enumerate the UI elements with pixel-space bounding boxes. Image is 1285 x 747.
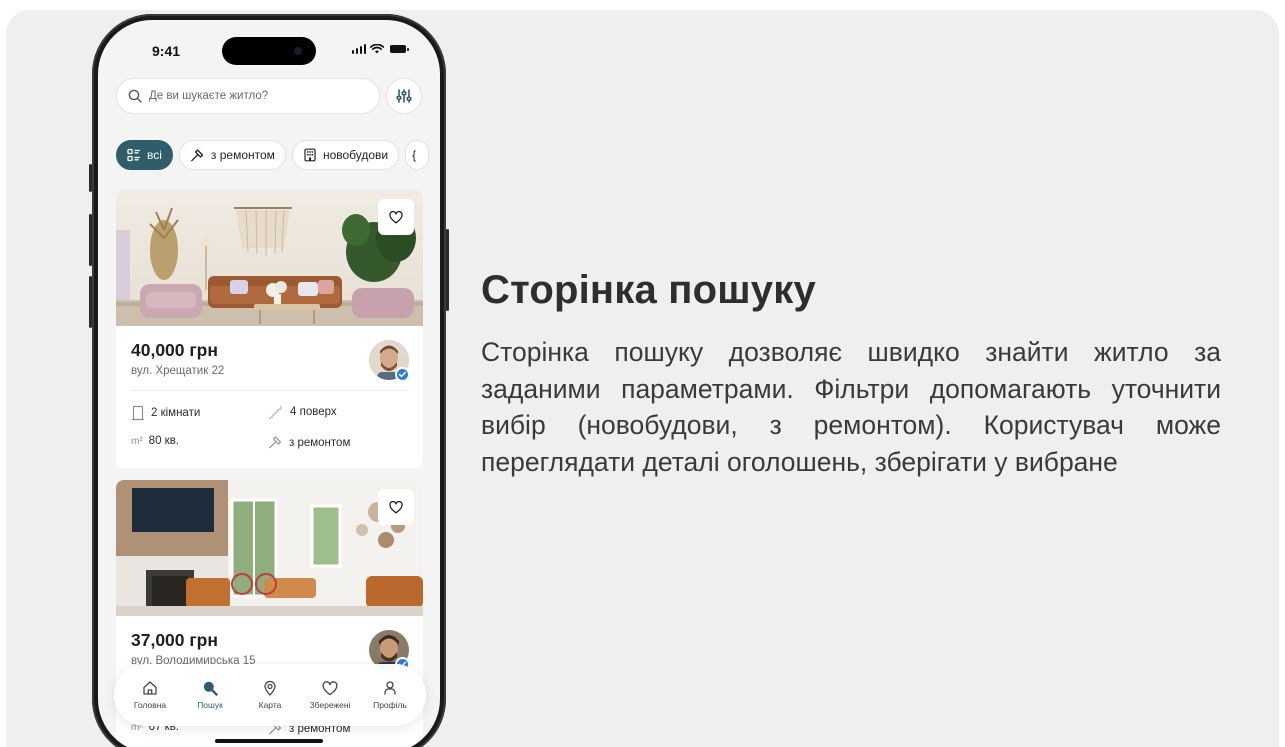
tab-search[interactable]: Пошук xyxy=(181,680,239,710)
phone-side-button xyxy=(89,164,92,192)
signal-icon xyxy=(351,44,366,54)
filter-button[interactable] xyxy=(386,78,422,114)
chip-more-icon: { xyxy=(412,148,417,162)
chip-renovated[interactable]: з ремонтом xyxy=(178,140,286,170)
status-time: 9:41 xyxy=(152,43,181,59)
feature-label: з ремонтом xyxy=(289,436,351,449)
verified-badge xyxy=(395,367,410,382)
section-description: Сторінка пошуку дозволяє швидко знайти ж… xyxy=(481,337,1221,477)
phone-side-button xyxy=(446,229,449,311)
listing-price: 37,000 грн xyxy=(131,630,218,650)
search-box[interactable] xyxy=(116,78,380,114)
status-bar: 9:41 xyxy=(98,20,440,68)
sliders-icon xyxy=(396,89,412,103)
profile-icon xyxy=(384,681,396,695)
bottom-tab-bar: Головна Пошук Карта Збережені Профіль xyxy=(114,664,426,726)
phone-side-button xyxy=(89,214,92,266)
favorite-button[interactable] xyxy=(378,489,414,525)
listing-photo xyxy=(116,480,423,616)
tab-label: Головна xyxy=(133,700,167,710)
heart-icon xyxy=(389,500,403,513)
chip-more[interactable]: { xyxy=(405,140,430,170)
presentation-panel: 9:41 Де ви шукаєте житло? всі з ремонтом… xyxy=(6,10,1279,747)
tab-label: Профіль xyxy=(373,700,407,710)
status-icons xyxy=(351,44,409,54)
feature-label: 2 кімнати xyxy=(151,407,201,419)
phone-mockup: 9:41 Де ви шукаєте житло? всі з ремонтом… xyxy=(89,14,449,747)
home-indicator xyxy=(215,739,323,743)
battery-icon xyxy=(390,45,409,53)
chip-new-buildings[interactable]: новобудови xyxy=(291,140,400,170)
filter-chips: всі з ремонтом новобудови { xyxy=(116,140,436,170)
hammer-icon xyxy=(269,436,282,449)
phone-side-button xyxy=(89,276,92,328)
listing-card[interactable]: 40,000 грн вул. Хрещатик 22 2 кімнати 4 … xyxy=(116,190,423,468)
heart-icon xyxy=(389,210,403,223)
tab-label: Пошук xyxy=(197,700,223,710)
area-icon: m² xyxy=(131,435,143,447)
tab-home[interactable]: Головна xyxy=(121,680,179,710)
chip-label: з ремонтом xyxy=(210,148,275,162)
app-screen: 9:41 Де ви шукаєте житло? всі з ремонтом… xyxy=(98,20,440,747)
list-icon xyxy=(127,148,140,162)
wifi-icon xyxy=(370,44,384,54)
search-row xyxy=(116,78,424,114)
chip-label: всі xyxy=(147,148,162,162)
feature-label: 4 поверх xyxy=(290,406,337,418)
tab-profile[interactable]: Профіль xyxy=(361,680,419,710)
building-icon xyxy=(304,148,316,162)
section-heading: Сторінка пошуку xyxy=(481,268,816,312)
stairs-icon xyxy=(269,406,282,419)
feature-floor: 4 поверх xyxy=(268,405,337,419)
search-input[interactable] xyxy=(149,90,349,102)
feature-renovation: з ремонтом xyxy=(268,435,350,450)
hammer-icon xyxy=(191,148,204,161)
search-icon xyxy=(203,681,218,696)
feature-rooms: 2 кімнати xyxy=(131,405,200,421)
listing-photo xyxy=(116,190,423,326)
feature-area: m² 80 кв. xyxy=(131,435,179,447)
tab-saved[interactable]: Збережені xyxy=(301,680,359,710)
chip-all[interactable]: всі xyxy=(116,140,173,170)
listing-price: 40,000 грн xyxy=(131,340,218,360)
map-pin-icon xyxy=(264,680,276,696)
dynamic-island xyxy=(222,37,316,65)
tab-map[interactable]: Карта xyxy=(241,680,299,710)
tab-label: Збережені xyxy=(309,699,351,710)
door-icon xyxy=(132,405,144,421)
favorite-button[interactable] xyxy=(378,199,414,235)
feature-label: 80 кв. xyxy=(148,435,179,447)
living-room-photo xyxy=(116,480,423,616)
chip-label: новобудови xyxy=(322,148,389,162)
living-room-photo xyxy=(116,190,423,326)
tab-label: Карта xyxy=(258,700,282,710)
listing-address: вул. Хрещатик 22 xyxy=(131,365,225,377)
search-icon xyxy=(128,89,142,103)
home-icon xyxy=(143,681,157,695)
heart-icon xyxy=(322,680,338,695)
divider xyxy=(131,390,409,391)
